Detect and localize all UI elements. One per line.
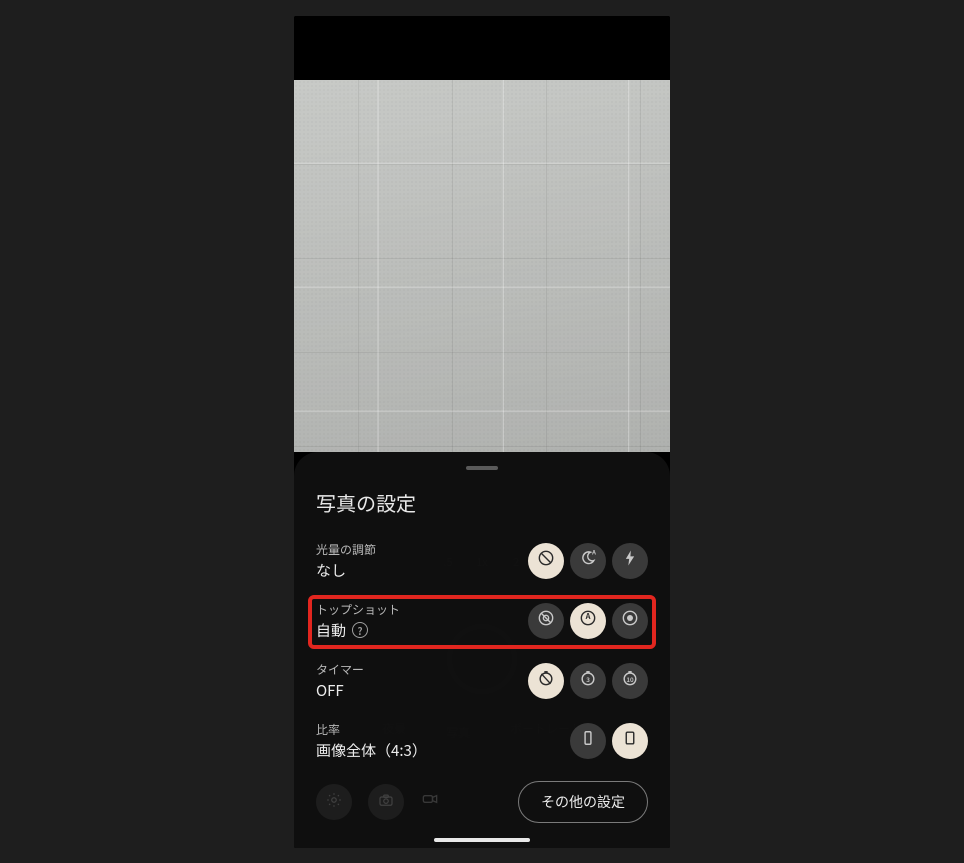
ratio-value: 画像全体（4:3） xyxy=(316,740,427,761)
flash-icon xyxy=(620,548,640,573)
phone-frame: .5 1x 2 夜景 写真 ポートレート 写真の設定 光量の調節 なし xyxy=(294,16,670,848)
topshot-label: トップショット xyxy=(316,601,400,618)
timer-value: OFF xyxy=(316,680,364,701)
timer-10-icon: 10 xyxy=(620,668,640,693)
camera-viewfinder[interactable] xyxy=(294,80,670,452)
photo-mode-button[interactable] xyxy=(368,784,404,820)
row-ratio: 比率 画像全体（4:3） xyxy=(316,711,648,771)
topshot-auto-icon: A xyxy=(578,608,598,633)
ratio-tall-icon xyxy=(578,728,598,753)
topshot-on-button[interactable] xyxy=(612,603,648,639)
flash-auto-button[interactable]: A xyxy=(570,543,606,579)
ratio-label: 比率 xyxy=(316,721,427,738)
status-bar xyxy=(294,16,670,80)
row-timer: タイマー OFF 3 10 xyxy=(316,651,648,711)
svg-text:3: 3 xyxy=(586,675,590,684)
photo-settings-sheet: 写真の設定 光量の調節 なし A xyxy=(294,452,670,848)
timer-off-icon xyxy=(536,668,556,693)
sheet-title: 写真の設定 xyxy=(316,488,648,517)
row-flash: 光量の調節 なし A xyxy=(316,531,648,591)
topshot-value: 自動 xyxy=(316,620,346,641)
video-mode-button[interactable] xyxy=(420,789,440,814)
timer-off-button[interactable] xyxy=(528,663,564,699)
ratio-full-button[interactable] xyxy=(570,723,606,759)
topshot-on-icon xyxy=(620,608,640,633)
flash-off-button[interactable] xyxy=(528,543,564,579)
flash-value: なし xyxy=(316,560,376,581)
timer-3s-button[interactable]: 3 xyxy=(570,663,606,699)
topshot-off-icon xyxy=(536,608,556,633)
timer-label: タイマー xyxy=(316,661,364,678)
ratio-4-3-button[interactable] xyxy=(612,723,648,759)
flash-on-button[interactable] xyxy=(612,543,648,579)
topshot-off-button[interactable] xyxy=(528,603,564,639)
sheet-footer: その他の設定 xyxy=(316,781,648,823)
night-auto-icon: A xyxy=(578,548,598,573)
svg-text:A: A xyxy=(585,611,591,622)
sheet-grabber[interactable] xyxy=(466,466,498,470)
ratio-4-3-icon xyxy=(620,728,640,753)
svg-text:10: 10 xyxy=(626,675,634,684)
video-icon xyxy=(420,790,440,814)
timer-10s-button[interactable]: 10 xyxy=(612,663,648,699)
more-settings-button[interactable]: その他の設定 xyxy=(518,781,648,823)
gear-icon xyxy=(325,790,343,814)
camera-icon xyxy=(377,790,395,814)
settings-gear-button[interactable] xyxy=(316,784,352,820)
flash-label: 光量の調節 xyxy=(316,541,376,558)
no-symbol-icon xyxy=(536,548,556,573)
grid-overlay xyxy=(294,80,670,452)
svg-text:A: A xyxy=(591,548,596,557)
row-topshot: トップショット 自動 ? A xyxy=(316,591,648,651)
topshot-auto-button[interactable]: A xyxy=(570,603,606,639)
home-indicator[interactable] xyxy=(434,838,530,842)
timer-3-icon: 3 xyxy=(578,668,598,693)
help-icon[interactable]: ? xyxy=(352,622,368,638)
